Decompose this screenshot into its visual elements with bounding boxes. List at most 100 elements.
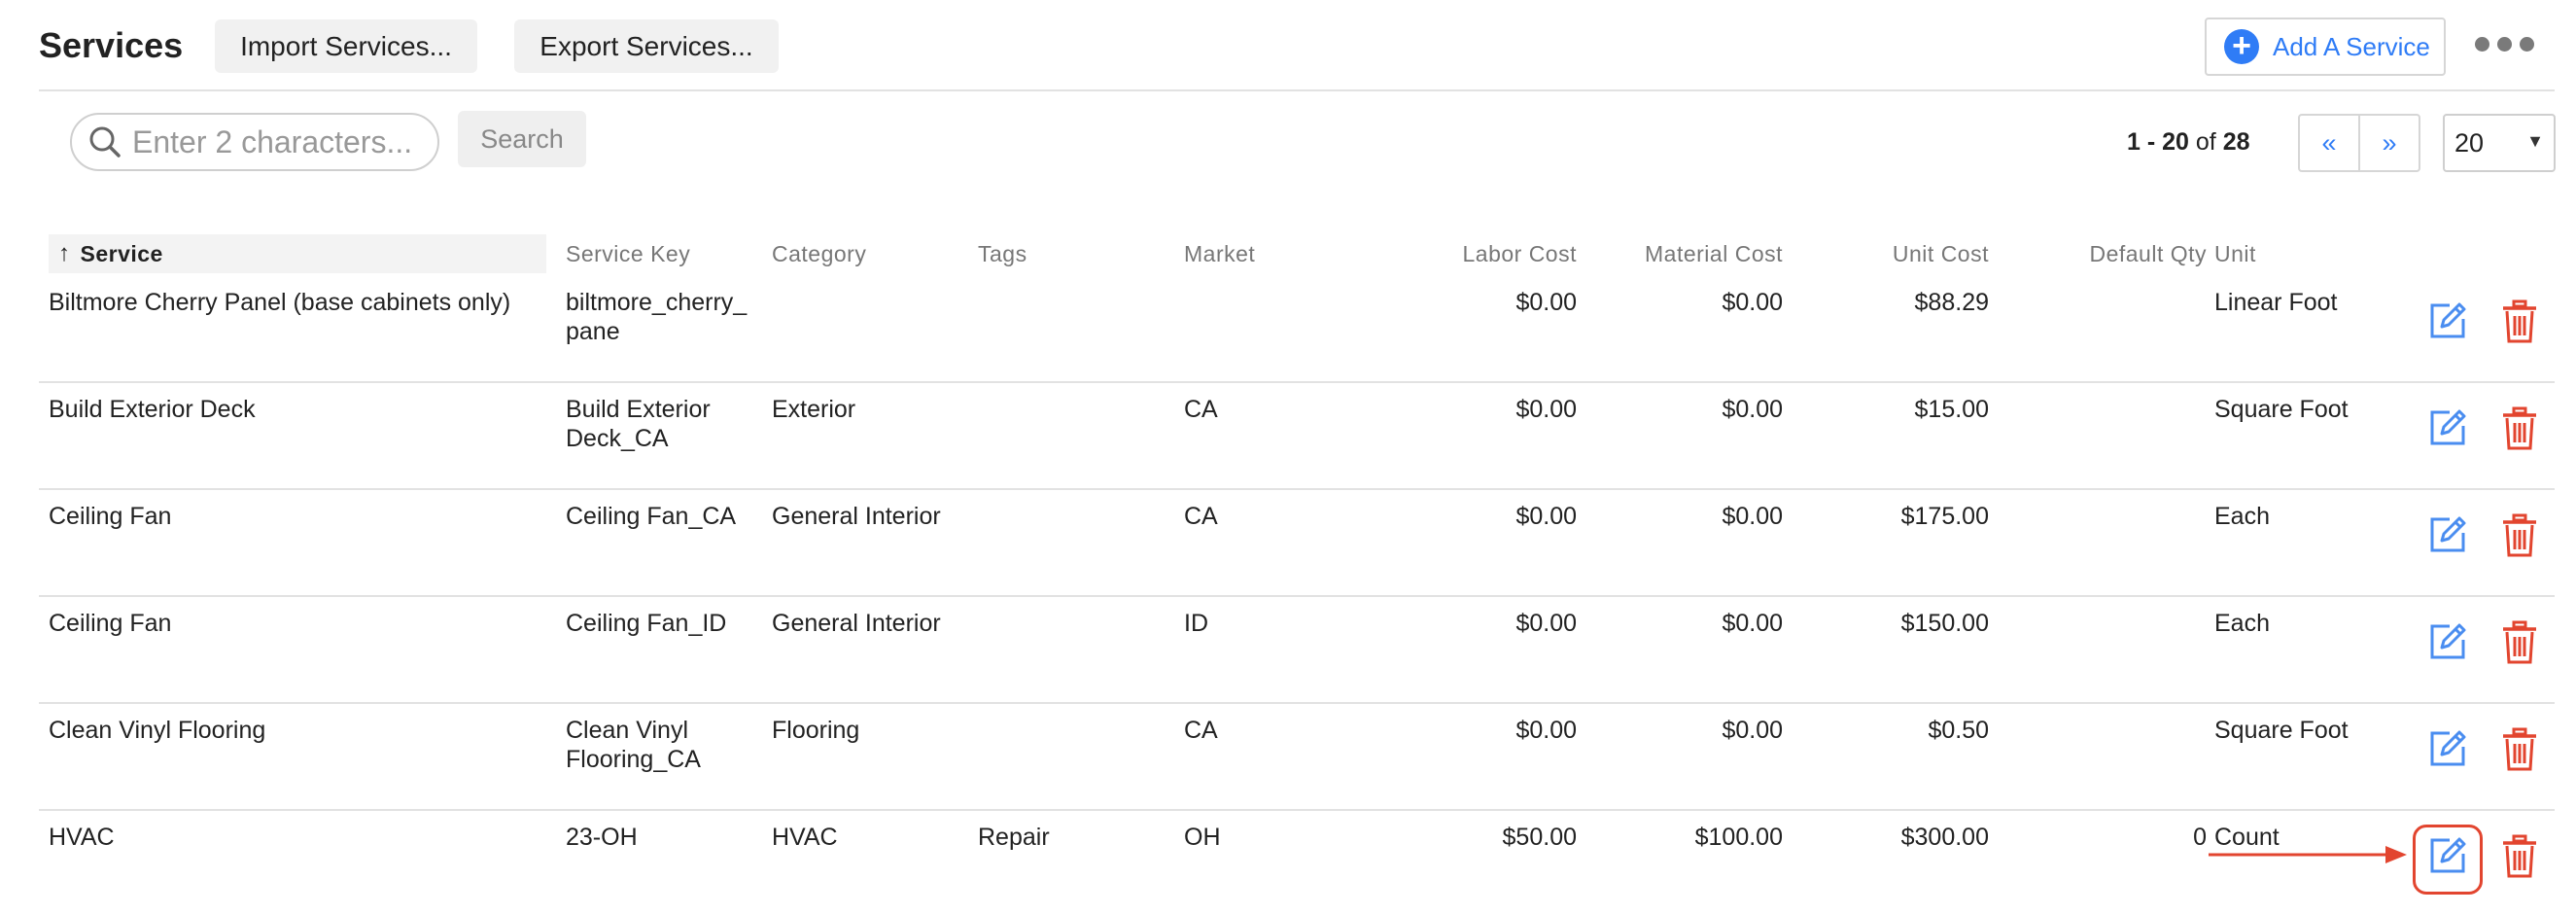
- caret-down-icon: ▼: [2526, 131, 2544, 151]
- cell-market: CA: [1184, 503, 1218, 530]
- edit-icon[interactable]: [2426, 513, 2469, 556]
- column-header-unit-cost[interactable]: Unit Cost: [1789, 241, 1989, 267]
- edit-icon[interactable]: [2426, 299, 2469, 342]
- cell-service: Biltmore Cherry Panel (base cabinets onl…: [49, 289, 511, 316]
- page-header: Services Import Services... Export Servi…: [39, 18, 2555, 91]
- cell-service-key: Ceiling Fan_CA: [566, 502, 760, 531]
- cell-service-key: Clean Vinyl Flooring_CA: [566, 716, 760, 774]
- search-icon: [89, 126, 121, 158]
- cell-labor-cost: $0.00: [1515, 396, 1577, 423]
- cell-labor-cost: $50.00: [1502, 824, 1577, 851]
- cell-unit: Each: [2214, 610, 2270, 637]
- of-label: of: [2188, 128, 2223, 156]
- table-row: Biltmore Cherry Panel (base cabinets onl…: [39, 276, 2555, 383]
- trash-icon[interactable]: [2500, 406, 2539, 451]
- cell-category: Flooring: [772, 717, 860, 744]
- sort-ascending-icon: ↑: [58, 240, 71, 266]
- column-header-category[interactable]: Category: [772, 241, 866, 267]
- search-field[interactable]: [70, 113, 439, 171]
- cell-material-cost: $100.00: [1694, 824, 1783, 851]
- add-service-button[interactable]: + Add A Service: [2205, 18, 2446, 76]
- column-header-labor-cost[interactable]: Labor Cost: [1303, 241, 1577, 267]
- prev-page-button[interactable]: «: [2300, 116, 2360, 170]
- cell-unit-cost: $0.50: [1928, 717, 1989, 744]
- cell-service-key-line1: biltmore_cherry_: [566, 289, 748, 316]
- cell-market: OH: [1184, 824, 1221, 851]
- column-header-unit[interactable]: Unit: [2214, 241, 2256, 267]
- range-separator: -: [2140, 128, 2163, 156]
- cell-labor-cost: $0.00: [1515, 289, 1577, 316]
- export-services-button[interactable]: Export Services...: [514, 19, 779, 73]
- cell-unit-cost: $15.00: [1914, 396, 1989, 423]
- cell-service-key: biltmore_cherry_ pane: [566, 288, 760, 346]
- trash-icon[interactable]: [2500, 299, 2539, 344]
- column-header-tags[interactable]: Tags: [978, 241, 1027, 267]
- range-start: 1: [2127, 128, 2141, 156]
- search-button[interactable]: Search: [458, 111, 586, 167]
- more-options-icon[interactable]: [2475, 37, 2534, 52]
- cell-tags: Repair: [978, 824, 1050, 851]
- plus-circle-icon: +: [2224, 29, 2259, 64]
- trash-icon[interactable]: [2500, 727, 2539, 772]
- edit-icon[interactable]: [2426, 834, 2469, 877]
- cell-service: Ceiling Fan: [49, 610, 172, 637]
- cell-category: General Interior: [772, 503, 941, 530]
- cell-unit-cost: $88.29: [1914, 289, 1989, 316]
- cell-unit-cost: $175.00: [1900, 503, 1989, 530]
- page-title: Services: [39, 25, 184, 65]
- cell-service-key-line1: Ceiling Fan_ID: [566, 610, 727, 637]
- table-row: Ceiling Fan Ceiling Fan_ID General Interio…: [39, 597, 2555, 704]
- table-row: Ceiling Fan Ceiling Fan_CA General Interio…: [39, 490, 2555, 597]
- table-row: Clean Vinyl Flooring Clean Vinyl Flooring_…: [39, 704, 2555, 811]
- cell-service-key-line1: Ceiling Fan_CA: [566, 503, 737, 530]
- cell-unit: Square Foot: [2214, 396, 2349, 423]
- cell-market: ID: [1184, 610, 1208, 637]
- services-table: ↑ Service Service Key Category Tags Mark…: [39, 231, 2555, 895]
- cell-market: CA: [1184, 396, 1218, 423]
- cell-service-key-line2: pane: [566, 318, 620, 345]
- edit-icon[interactable]: [2426, 620, 2469, 663]
- cell-category: General Interior: [772, 610, 941, 637]
- red-arrow-annotation: [2209, 846, 2407, 863]
- column-header-default-qty[interactable]: Default Qty: [1993, 241, 2207, 267]
- next-page-button[interactable]: »: [2360, 116, 2419, 170]
- page-size-select[interactable]: 20 ▼: [2443, 114, 2556, 172]
- column-header-market[interactable]: Market: [1184, 241, 1255, 267]
- trash-icon[interactable]: [2500, 620, 2539, 665]
- cell-material-cost: $0.00: [1722, 396, 1783, 423]
- column-header-service[interactable]: ↑ Service: [49, 234, 546, 273]
- pagination-buttons: « »: [2298, 114, 2420, 172]
- edit-icon[interactable]: [2426, 727, 2469, 770]
- add-service-label: Add A Service: [2273, 31, 2430, 61]
- pagination-summary: 1 - 20 of 28: [2127, 128, 2250, 157]
- column-header-service-key[interactable]: Service Key: [566, 241, 690, 267]
- page-size-value: 20: [2454, 127, 2485, 158]
- table-header: ↑ Service Service Key Category Tags Mark…: [39, 231, 2555, 276]
- table-row: HVAC 23-OH HVAC Repair OH $50.00 $100.00 $300.0…: [39, 811, 2555, 914]
- cell-category: Exterior: [772, 396, 856, 423]
- cell-service-key: 23-OH: [566, 823, 760, 852]
- cell-labor-cost: $0.00: [1515, 503, 1577, 530]
- search-input[interactable]: [132, 123, 424, 160]
- cell-labor-cost: $0.00: [1515, 610, 1577, 637]
- import-services-button[interactable]: Import Services...: [215, 19, 477, 73]
- range-end: 20: [2162, 128, 2189, 156]
- cell-service: Ceiling Fan: [49, 503, 172, 530]
- cell-service: Clean Vinyl Flooring: [49, 717, 266, 744]
- cell-unit: Linear Foot: [2214, 289, 2338, 316]
- column-header-material-cost[interactable]: Material Cost: [1584, 241, 1783, 267]
- cell-category: HVAC: [772, 824, 838, 851]
- edit-icon[interactable]: [2426, 406, 2469, 449]
- cell-service-key: Build Exterior Deck_CA: [566, 395, 760, 453]
- cell-service-key-line1: Build Exterior: [566, 396, 711, 423]
- cell-market: CA: [1184, 717, 1218, 744]
- cell-service-key: Ceiling Fan_ID: [566, 609, 760, 638]
- trash-icon[interactable]: [2500, 834, 2539, 879]
- cell-service: HVAC: [49, 824, 115, 851]
- table-row: Build Exterior Deck Build Exterior Deck_CA…: [39, 383, 2555, 490]
- cell-material-cost: $0.00: [1722, 289, 1783, 316]
- total-count: 28: [2222, 128, 2250, 156]
- cell-material-cost: $0.00: [1722, 717, 1783, 744]
- cell-unit-cost: $150.00: [1900, 610, 1989, 637]
- trash-icon[interactable]: [2500, 513, 2539, 558]
